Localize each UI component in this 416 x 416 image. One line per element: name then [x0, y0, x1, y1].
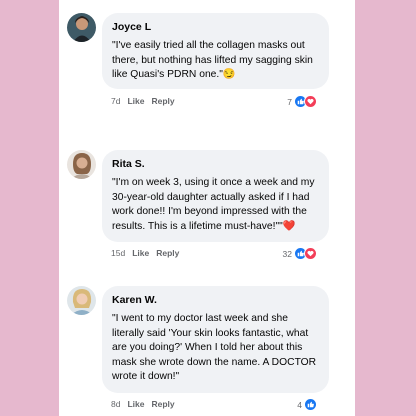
reaction-summary[interactable]: 4 — [297, 398, 317, 411]
reaction-count: 32 — [282, 248, 292, 259]
avatar-image — [67, 286, 96, 315]
comment-text: "I'm on week 3, using it once a week and… — [112, 177, 315, 232]
comment-actions: 15d Like Reply — [111, 248, 179, 258]
comment-time: 8d — [111, 399, 121, 409]
comment-bubble: Rita S. "I'm on week 3, using it once a … — [102, 150, 329, 242]
reply-button[interactable]: Reply — [151, 96, 174, 106]
comment-time: 7d — [111, 96, 121, 106]
avatar-joyce[interactable] — [67, 13, 96, 42]
love-icon — [304, 247, 317, 260]
love-icon — [304, 95, 317, 108]
reaction-count: 4 — [297, 399, 302, 410]
comment-text: "I've easily tried all the collagen mask… — [112, 40, 313, 81]
commenter-name[interactable]: Rita S. — [112, 158, 319, 170]
avatar-rita[interactable] — [67, 150, 96, 179]
commenter-name[interactable]: Joyce L — [112, 21, 319, 33]
comment-actions: 8d Like Reply — [111, 399, 175, 409]
reaction-summary[interactable]: 7 — [287, 95, 317, 108]
commenter-name[interactable]: Karen W. — [112, 294, 319, 306]
avatar-image — [67, 13, 96, 42]
like-button[interactable]: Like — [127, 399, 144, 409]
comment-bubble: Joyce L "I've easily tried all the colla… — [102, 13, 329, 89]
comment-time: 15d — [111, 248, 126, 258]
reaction-count: 7 — [287, 96, 292, 107]
comment-bubble: Karen W. "I went to my doctor last week … — [102, 286, 329, 393]
heart-emoji: ❤️ — [282, 220, 296, 232]
reply-button[interactable]: Reply — [156, 248, 179, 258]
smirk-emoji: 😏 — [222, 69, 236, 81]
reply-button[interactable]: Reply — [151, 399, 174, 409]
like-icon — [304, 398, 317, 411]
avatar-karen[interactable] — [67, 286, 96, 315]
comment-text: "I went to my doctor last week and she l… — [112, 313, 317, 383]
reaction-summary[interactable]: 32 — [283, 247, 317, 260]
comments-panel: Joyce L "I've easily tried all the colla… — [59, 0, 355, 416]
like-button[interactable]: Like — [127, 96, 144, 106]
avatar-image — [67, 150, 96, 179]
comment-actions: 7d Like Reply — [111, 96, 175, 106]
like-button[interactable]: Like — [132, 248, 149, 258]
